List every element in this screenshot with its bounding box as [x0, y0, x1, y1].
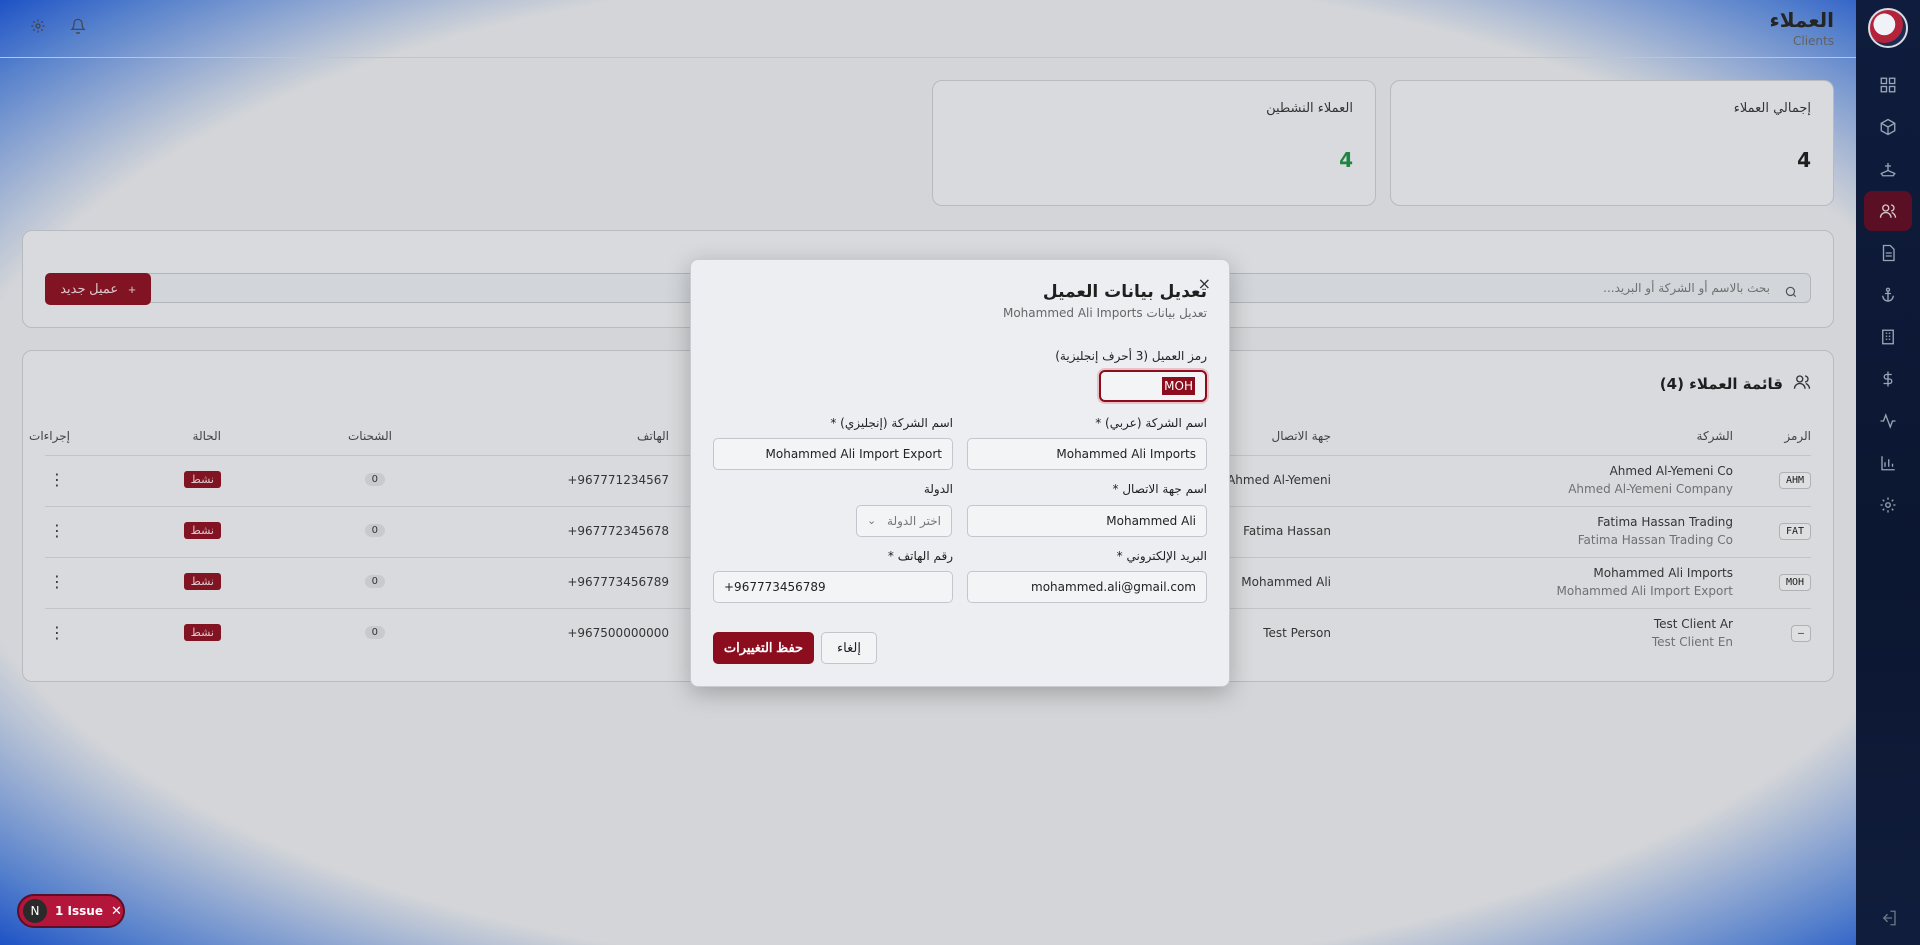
- app-logo: [1868, 8, 1908, 48]
- logout-icon[interactable]: [1880, 909, 1898, 927]
- modal-subtitle: تعديل بيانات Mohammed Ali Imports: [1002, 306, 1207, 320]
- phone-label: رقم الهاتف *: [887, 549, 953, 563]
- phone-input[interactable]: +967773456789: [713, 571, 953, 603]
- chart-icon[interactable]: [1864, 443, 1912, 483]
- save-changes-button[interactable]: حفظ التغييرات: [713, 632, 814, 664]
- contact-label: اسم جهة الاتصال *: [1112, 482, 1208, 496]
- client-code-input[interactable]: MOH: [1099, 370, 1207, 402]
- package-icon[interactable]: [1864, 107, 1912, 147]
- company-ar-label: اسم الشركة (عربي) *: [1095, 416, 1207, 430]
- close-icon[interactable]: ✕: [111, 904, 122, 919]
- issue-count: 1 Issue: [55, 904, 103, 918]
- activity-icon[interactable]: [1864, 401, 1912, 441]
- email-label: البريد الإلكتروني *: [1116, 549, 1207, 563]
- next-logo-icon: N: [23, 899, 47, 923]
- company-en-input[interactable]: Mohammed Ali Import Export: [713, 438, 953, 470]
- email-input[interactable]: mohammed.ali@gmail.com: [967, 571, 1207, 603]
- ship-icon[interactable]: [1864, 149, 1912, 189]
- country-select[interactable]: اختر الدولة ⌄: [856, 505, 952, 537]
- client-code-value: MOH: [1162, 377, 1195, 395]
- company-en-label: اسم الشركة (إنجليزي) *: [830, 416, 953, 430]
- anchor-icon[interactable]: [1864, 275, 1912, 315]
- building-icon[interactable]: [1864, 317, 1912, 357]
- edit-client-modal: × تعديل بيانات العميل تعديل بيانات Moham…: [690, 259, 1230, 687]
- chevron-down-icon: ⌄: [867, 514, 877, 527]
- modal-title: تعديل بيانات العميل: [1042, 282, 1207, 302]
- dashboard-icon[interactable]: [1864, 65, 1912, 105]
- sidebar: [1856, 0, 1920, 945]
- company-ar-input[interactable]: Mohammed Ali Imports: [967, 438, 1207, 470]
- code-label: رمز العميل (3 أحرف إنجليزية): [1055, 349, 1207, 363]
- app-root: العملاء Clients إجمالي العملاء 4 العملاء…: [0, 0, 1920, 945]
- country-placeholder: اختر الدولة: [887, 514, 941, 528]
- country-label: الدولة: [923, 482, 953, 496]
- cancel-button[interactable]: إلغاء: [821, 632, 877, 664]
- issues-indicator[interactable]: N 1 Issue ✕: [17, 894, 125, 928]
- settings-icon[interactable]: [1864, 485, 1912, 525]
- dollar-icon[interactable]: [1864, 359, 1912, 399]
- contact-input[interactable]: Mohammed Ali: [967, 505, 1207, 537]
- document-icon[interactable]: [1864, 233, 1912, 273]
- users-nav-icon[interactable]: [1864, 191, 1912, 231]
